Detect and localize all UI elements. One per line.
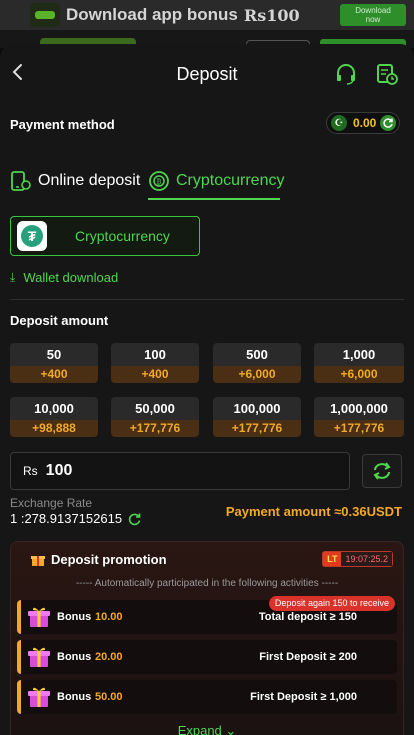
bonus-label: Bonus [57,691,92,703]
expand-button[interactable]: Expand ⌄ [0,723,414,735]
payment-amount: Payment amount ≈0.36USDT [225,504,402,519]
banner-text: Download app bonus [66,5,238,24]
amount-option[interactable]: 100,000 +177,776 [213,397,301,437]
limited-time-badge: LT 19:07:25.2 [322,551,393,567]
tab-crypto-label: Cryptocurrency [176,172,285,189]
lt-label: LT [323,552,342,566]
amount-bonus: +6,000 [213,366,301,383]
amount-bonus: +6,000 [314,366,404,383]
deposit-amount-input[interactable]: Rs 100 [10,452,350,490]
amount-option[interactable]: 10,000 +98,888 [10,397,98,437]
gift-icon [28,687,50,707]
bonus-value: 10.00 [95,611,123,623]
amount-value: 50 [10,343,98,366]
pakistan-flag-icon: ☪ [331,115,347,131]
download-now-button[interactable]: Download now [340,4,406,26]
amount-value: 1,000 [314,343,404,366]
amount-value: 10,000 [10,397,98,420]
amount-value: 50,000 [111,397,199,420]
expand-label: Expand [177,723,222,735]
deposit-amount-label: Deposit amount [10,313,109,328]
download-icon: ⤓ [10,270,16,284]
mobile-deposit-icon [11,171,31,191]
swap-button[interactable] [362,454,402,488]
divider [10,299,404,300]
cryptocurrency-option[interactable]: ₮ Cryptocurrency [10,216,200,256]
bonus-row[interactable]: Bonus 50.00 First Deposit ≥ 1,000 [17,680,397,714]
exchange-rate-value: 1 :278.9137152615 [10,511,123,526]
amount-bonus: +177,776 [314,420,404,437]
amount-value: 100,000 [213,397,301,420]
download-label: Download [355,6,391,15]
amount-bonus: +177,776 [111,420,199,437]
payment-method-label: Payment method [10,117,115,132]
wallet-download-link[interactable]: ⤓ Wallet download [10,270,118,285]
promotion-title: Deposit promotion [31,552,167,567]
refresh-balance-icon[interactable] [380,115,397,131]
deposit-sheet: Deposit Payment method ☪ 0.00 Online dep… [0,44,414,735]
bonus-condition: First Deposit ≥ 200 [259,651,357,663]
now-label: now [365,15,381,24]
download-banner[interactable]: Download app bonus Rs100 Download now [0,0,414,30]
amount-option[interactable]: 500 +6,000 [213,343,301,383]
bonus-condition: Total deposit ≥ 150 [258,611,357,623]
balance-value: 0.00 [353,116,377,130]
bonus-row[interactable]: Bonus 20.00 First Deposit ≥ 200 [17,640,397,674]
bonus-value: 20.00 [95,651,123,663]
balance-pill: ☪ 0.00 [326,112,400,134]
deposit-promotion-card: Deposit promotion LT 19:07:25.2 ----- Au… [10,541,404,735]
svg-text:₿: ₿ [157,178,162,186]
crypto-option-label: Cryptocurrency [75,228,170,244]
amount-bonus: +400 [10,366,98,383]
payment-tabs: Online deposit ₿ Cryptocurrency [10,164,284,200]
auto-participate-note: ----- Automatically participated in the … [75,578,339,589]
deposit-page: Download app bonus Rs100 Download now De… [0,0,414,735]
tab-online-label: Online deposit [38,172,141,189]
refresh-rate-icon[interactable] [128,512,142,526]
header: Deposit [0,44,414,104]
exchange-rate: 1 :278.9137152615 [10,511,142,526]
exchange-rate-label: Exchange Rate [10,496,93,510]
history-icon[interactable] [375,62,399,86]
bonus-condition: First Deposit ≥ 1,000 [250,691,357,703]
amount-bonus: +400 [111,366,199,383]
tab-cryptocurrency[interactable]: ₿ Cryptocurrency [148,164,284,198]
bonus-label: Bonus [57,611,92,623]
wallet-download-label: Wallet download [23,270,119,285]
amount-option[interactable]: 100 +400 [111,343,199,383]
headset-icon[interactable] [334,62,358,86]
crypto-coin-icon: ₿ [149,171,169,191]
amount-bonus: +177,776 [213,420,301,437]
bonus-value: 50.00 [95,691,123,703]
amount-option[interactable]: 50,000 +177,776 [111,397,199,437]
amount-option[interactable]: 1,000 +6,000 [314,343,404,383]
tether-icon: ₮ [17,221,47,251]
app-logo [30,3,60,27]
active-tab-indicator [148,198,280,200]
chevron-down-icon: ⌄ [225,723,237,735]
deposit-again-badge: Deposit again 150 to receive [268,596,395,611]
gift-icon [31,555,45,566]
amount-option[interactable]: 50 +400 [10,343,98,383]
amount-value: 1,000,000 [314,397,404,420]
bonus-label: Bonus [57,651,92,663]
tab-online-deposit[interactable]: Online deposit [10,164,140,198]
amount-bonus: +98,888 [10,420,98,437]
amount-value: 100 [111,343,199,366]
banner-amount: Rs100 [243,5,300,25]
gift-icon [28,647,50,667]
amount-input-value: 100 [45,462,73,479]
promotion-title-text: Deposit promotion [51,552,167,567]
amount-option[interactable]: 1,000,000 +177,776 [314,397,404,437]
amount-value: 500 [213,343,301,366]
countdown-timer: 19:07:25.2 [341,552,392,566]
currency-label: Rs [23,464,38,478]
gift-icon [28,607,50,627]
swap-icon [373,462,391,480]
